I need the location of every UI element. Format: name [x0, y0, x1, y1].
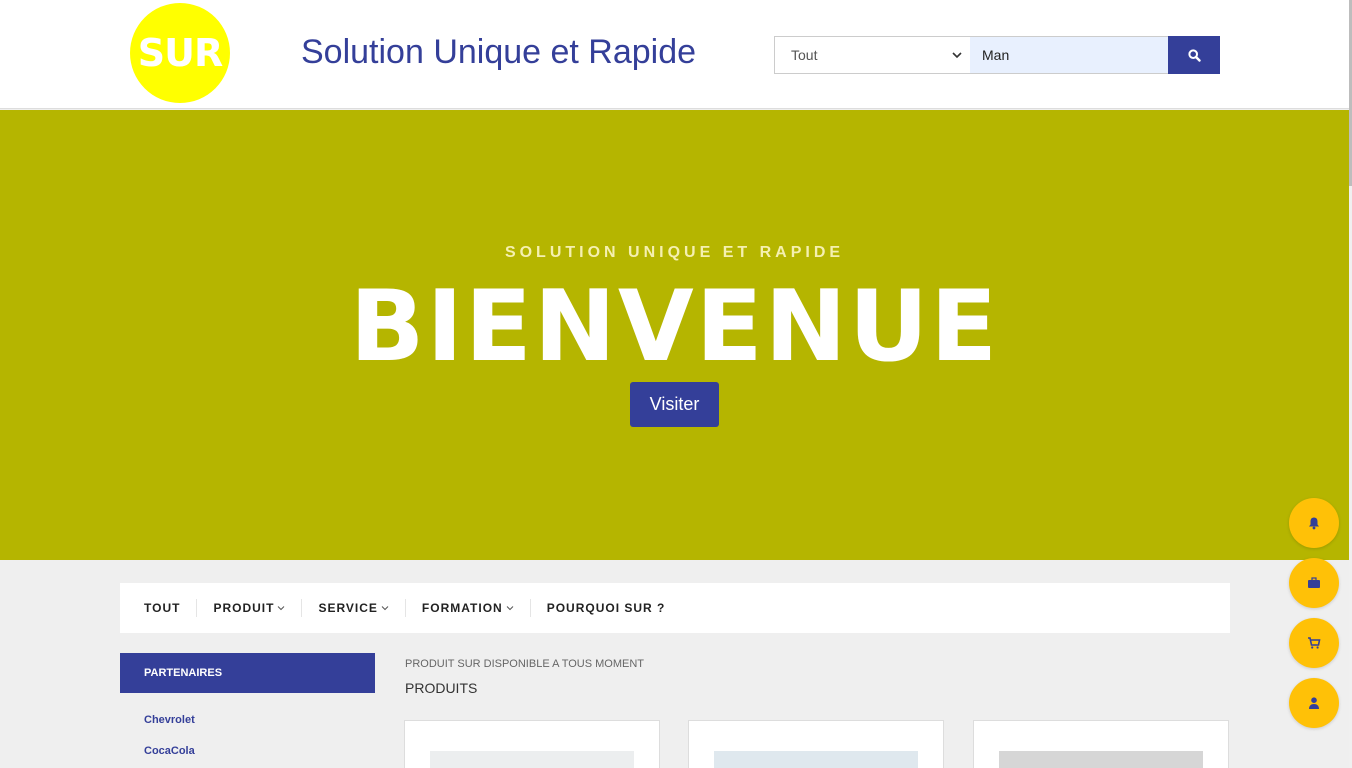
user-icon	[1309, 697, 1319, 709]
nav-item-tout[interactable]: TOUT	[128, 599, 198, 617]
hero-subtitle: SOLUTION UNIQUE ET RAPIDE	[504, 244, 845, 261]
nav-item-label: TOUT	[144, 601, 181, 615]
visit-button[interactable]: Visiter	[630, 382, 719, 427]
site-header: SUR Solution Unique et Rapide Tout Man	[0, 0, 1352, 109]
chevron-down-icon	[506, 606, 514, 611]
nav-item-label: POURQUOI SUR ?	[546, 601, 666, 615]
hero-banner: SOLUTION UNIQUE ET RAPIDE BIENVENUE Visi…	[0, 110, 1349, 560]
logo-text: SUR	[137, 31, 223, 75]
chevron-down-icon	[952, 52, 962, 59]
product-image	[430, 751, 634, 768]
notifications-button[interactable]	[1289, 498, 1339, 548]
nav-item-formation[interactable]: FORMATION	[406, 599, 531, 617]
briefcase-button[interactable]	[1289, 558, 1339, 608]
products-title: PRODUITS	[405, 680, 478, 696]
nav-item-service[interactable]: SERVICE	[302, 599, 406, 617]
account-button[interactable]	[1289, 678, 1339, 728]
products-subtitle: PRODUIT SUR DISPONIBLE A TOUS MOMENT	[405, 658, 644, 670]
cart-icon	[1308, 637, 1321, 649]
product-image	[714, 751, 918, 768]
category-nav: TOUT PRODUIT SERVICE FORMATION POURQUOI …	[120, 583, 1230, 633]
nav-item-label: SERVICE	[318, 601, 378, 615]
search-category-select[interactable]: Tout	[774, 36, 971, 74]
nav-item-pourquoi-sur[interactable]: POURQUOI SUR ?	[531, 599, 682, 617]
site-logo[interactable]: SUR	[130, 3, 230, 103]
product-image	[999, 751, 1203, 768]
nav-item-produit[interactable]: PRODUIT	[197, 599, 303, 617]
product-card[interactable]	[688, 720, 944, 768]
sidebar-link-cocacola[interactable]: CocaCola	[144, 745, 195, 757]
search-icon	[1187, 48, 1201, 62]
nav-item-label: PRODUIT	[213, 601, 275, 615]
site-title: Solution Unique et Rapide	[301, 33, 697, 71]
hero-title: BIENVENUE	[349, 270, 1000, 384]
chevron-down-icon	[278, 606, 285, 611]
nav-item-label: FORMATION	[421, 601, 503, 615]
sidebar-link-chevrolet[interactable]: Chevrolet	[144, 714, 195, 726]
sidebar-heading: PARTENAIRES	[120, 653, 375, 693]
product-card[interactable]	[404, 720, 660, 768]
search-input[interactable]: Man	[970, 36, 1169, 74]
search-input-value: Man	[982, 47, 1010, 63]
search-button[interactable]	[1168, 36, 1220, 74]
bell-icon	[1309, 517, 1319, 530]
search-category-value: Tout	[791, 47, 818, 63]
product-card[interactable]	[973, 720, 1229, 768]
cart-button[interactable]	[1289, 618, 1339, 668]
briefcase-icon	[1308, 577, 1320, 588]
chevron-down-icon	[381, 606, 389, 611]
